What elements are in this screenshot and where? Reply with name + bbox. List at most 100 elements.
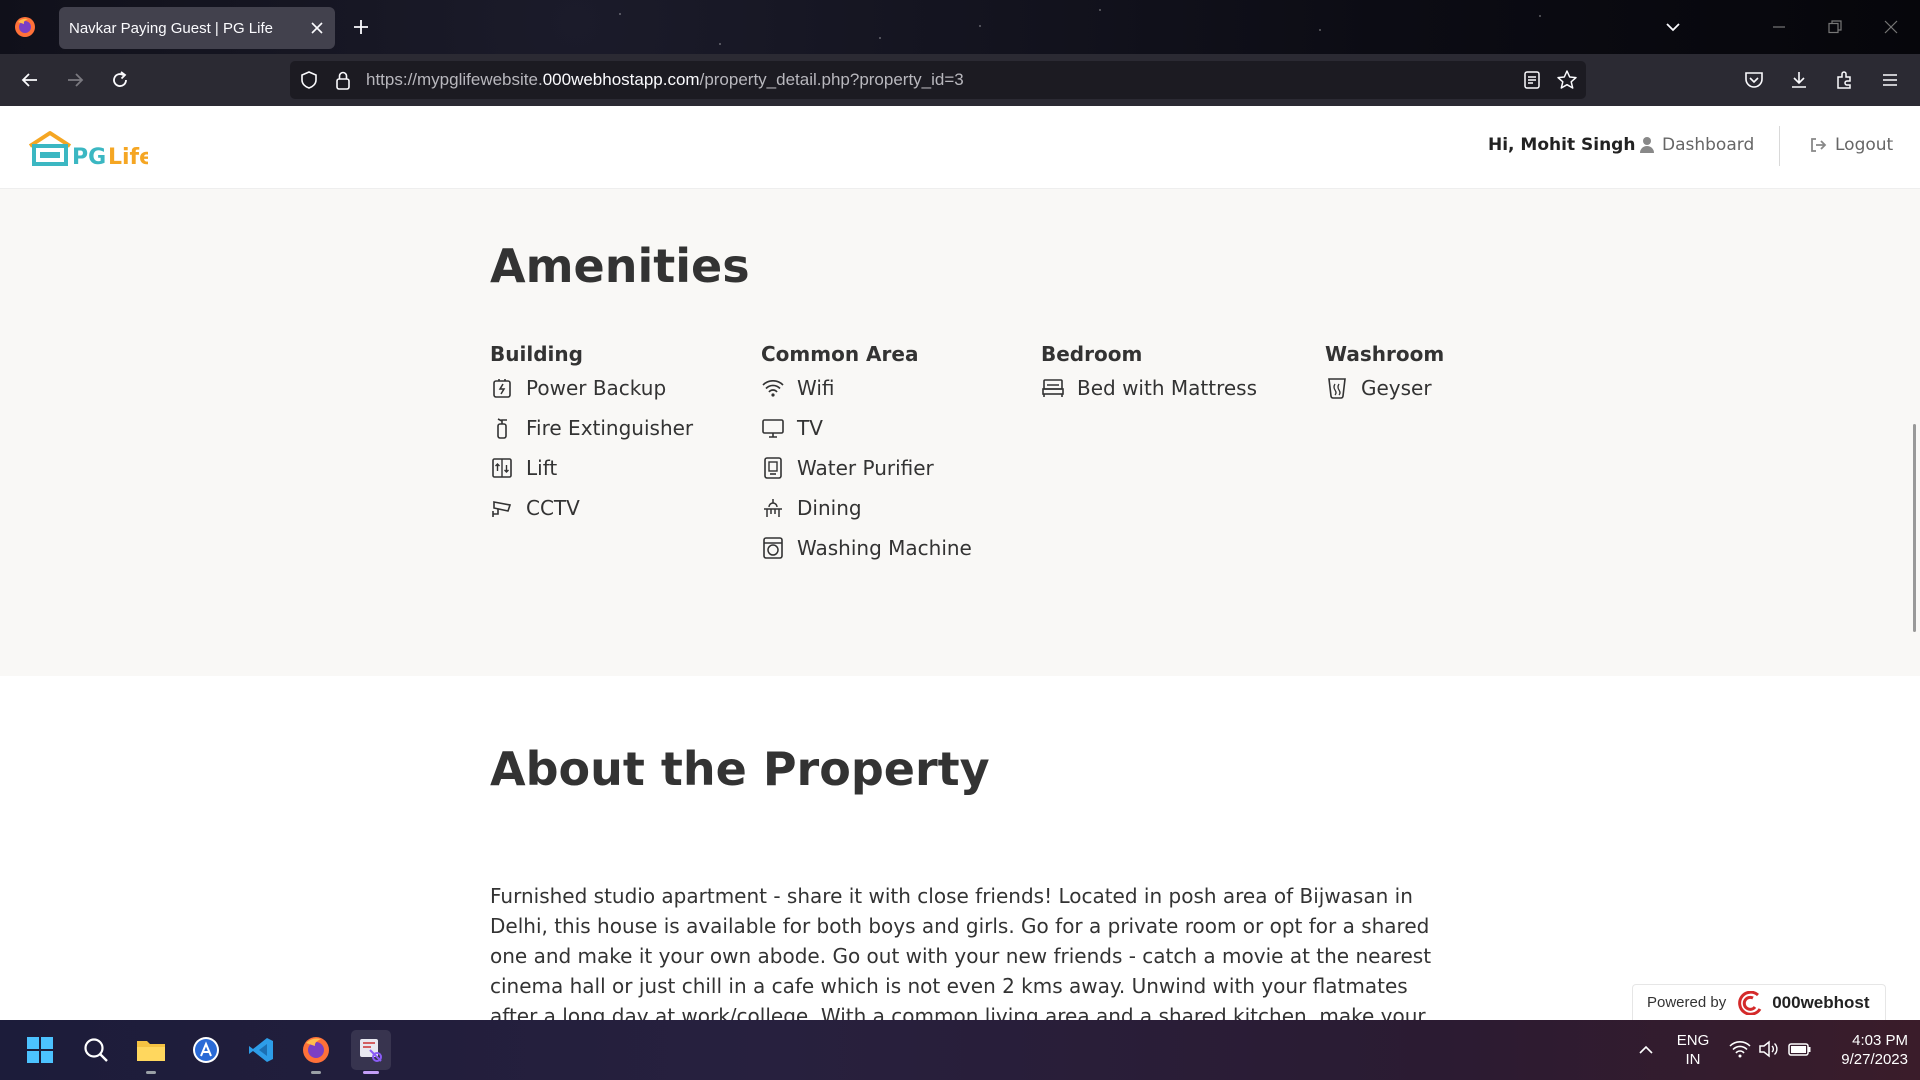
amenity-column-common-area: Common Area Wifi TV Water Purifier Dinin…	[761, 340, 972, 568]
restore-button[interactable]	[1822, 14, 1848, 40]
svg-text:Life: Life	[108, 145, 148, 170]
address-bar[interactable]: https://mypglifewebsite.000webhostapp.co…	[290, 61, 1586, 99]
amenity-label: Power Backup	[526, 376, 667, 400]
powered-by-brand: 000webhost	[1772, 992, 1870, 1012]
user-greeting: Hi, Mohit Singh	[1488, 135, 1636, 155]
amenity-label: Bed with Mattress	[1077, 376, 1257, 400]
clock-time: 4:03 PM	[1852, 1032, 1908, 1049]
amenity-heading: Common Area	[761, 342, 919, 366]
url-domain: 000webhostapp.com	[542, 70, 700, 89]
about-title: About the Property	[490, 742, 990, 796]
bookmark-star-icon[interactable]	[1556, 69, 1578, 91]
amenity-item: Fire Extinguisher	[490, 408, 693, 448]
input-language-indicator[interactable]: ENG IN	[1676, 1031, 1710, 1069]
svg-text:PG: PG	[72, 145, 106, 170]
amenity-label: CCTV	[526, 496, 580, 520]
active-indicator	[363, 1071, 379, 1074]
amenity-item: CCTV	[490, 488, 693, 528]
battery-icon[interactable]	[1788, 1041, 1812, 1057]
pg-life-logo[interactable]: PG Life	[28, 130, 148, 170]
bed-icon	[1042, 379, 1064, 397]
region-code: IN	[1685, 1051, 1701, 1068]
forward-button[interactable]	[61, 66, 89, 94]
amenity-column-washroom: Washroom Geyser	[1325, 340, 1444, 408]
dashboard-link[interactable]: Dashboard	[1640, 135, 1754, 155]
reload-icon	[113, 71, 127, 87]
app-store-button[interactable]	[186, 1030, 226, 1070]
lift-icon	[492, 458, 512, 478]
page-scrollbar[interactable]	[1913, 424, 1916, 632]
shield-icon[interactable]	[299, 70, 319, 90]
powered-by-badge[interactable]: Powered by 000webhost	[1632, 984, 1886, 1020]
firefox-taskbar-button[interactable]	[296, 1030, 336, 1074]
windows-icon	[27, 1037, 53, 1063]
search-button[interactable]	[76, 1030, 116, 1070]
back-button[interactable]	[16, 66, 44, 94]
close-window-button[interactable]	[1878, 14, 1904, 40]
amenity-item: Dining	[761, 488, 972, 528]
tab-close-button[interactable]	[299, 7, 335, 49]
tab-title: Navkar Paying Guest | PG Life	[69, 19, 273, 37]
file-explorer-button[interactable]	[131, 1030, 171, 1074]
amenities-section: Amenities Building Power Backup Fire Ext…	[0, 189, 1920, 676]
close-icon	[311, 22, 323, 34]
reload-button[interactable]	[106, 66, 134, 94]
wifi-icon	[762, 379, 784, 397]
amenity-item: TV	[761, 408, 972, 448]
clock[interactable]: 4:03 PM 9/27/2023	[1820, 1031, 1908, 1069]
amenity-heading: Washroom	[1325, 342, 1445, 366]
sign-out-icon	[1811, 138, 1827, 152]
reader-view-icon[interactable]	[1522, 70, 1542, 90]
lock-icon[interactable]	[333, 69, 353, 91]
firefox-icon	[303, 1037, 329, 1063]
list-all-tabs-button[interactable]	[1662, 16, 1684, 38]
cctv-icon	[492, 501, 512, 517]
amenity-label: Washing Machine	[797, 536, 972, 560]
download-icon	[1792, 72, 1806, 88]
amenity-column-building: Building Power Backup Fire Extinguisher …	[490, 340, 693, 528]
amenity-label: Fire Extinguisher	[526, 416, 694, 440]
amenity-item: Wifi	[761, 368, 972, 408]
firefox-icon[interactable]	[14, 16, 36, 38]
amenity-label: TV	[797, 416, 823, 440]
browser-tab-active[interactable]: Navkar Paying Guest | PG Life	[59, 7, 335, 49]
volume-icon[interactable]	[1758, 1040, 1778, 1058]
clock-date: 9/27/2023	[1841, 1051, 1908, 1068]
minimize-button[interactable]	[1766, 14, 1792, 40]
tv-icon	[762, 419, 784, 438]
amenity-label: Dining	[797, 496, 862, 520]
about-section: About the Property Furnished studio apar…	[0, 676, 1920, 1020]
language-code: ENG	[1676, 1032, 1710, 1049]
running-indicator	[311, 1071, 321, 1074]
power-backup-icon	[493, 379, 511, 398]
site-header: PG Life Hi, Mohit Singh Dashboard Logout	[0, 106, 1920, 189]
menu-button[interactable]	[1877, 67, 1903, 93]
close-icon	[1884, 20, 1898, 34]
extensions-button[interactable]	[1832, 67, 1858, 93]
arrow-left-icon	[21, 73, 37, 87]
show-hidden-icons-button[interactable]	[1638, 1042, 1654, 1058]
amenities-title: Amenities	[490, 239, 750, 293]
app-store-icon	[193, 1037, 219, 1063]
water-purifier-icon	[764, 457, 782, 479]
url-path: /property_detail.php?property_id=3	[699, 70, 964, 89]
browser-nav-bar: https://mypglifewebsite.000webhostapp.co…	[0, 54, 1920, 106]
snipping-tool-button[interactable]	[351, 1030, 391, 1074]
url-text[interactable]: https://mypglifewebsite.000webhostapp.co…	[366, 61, 964, 99]
powered-by-label: Powered by	[1647, 994, 1727, 1011]
windows-taskbar: ENG IN 4:03 PM 9/27/2023	[0, 1020, 1920, 1080]
pocket-button[interactable]	[1741, 67, 1767, 93]
minimize-icon	[1773, 26, 1785, 28]
arrow-right-icon	[68, 73, 84, 87]
running-indicator	[146, 1071, 156, 1074]
vscode-button[interactable]	[241, 1030, 281, 1070]
amenity-label: Lift	[526, 456, 558, 480]
start-button[interactable]	[20, 1030, 60, 1070]
new-tab-button[interactable]	[349, 15, 373, 39]
logout-link[interactable]: Logout	[1810, 135, 1893, 155]
amenity-item: Lift	[490, 448, 693, 488]
dashboard-label: Dashboard	[1662, 135, 1755, 155]
wifi-icon[interactable]	[1729, 1040, 1751, 1058]
amenity-column-bedroom: Bedroom Bed with Mattress	[1041, 340, 1257, 408]
downloads-button[interactable]	[1786, 67, 1812, 93]
